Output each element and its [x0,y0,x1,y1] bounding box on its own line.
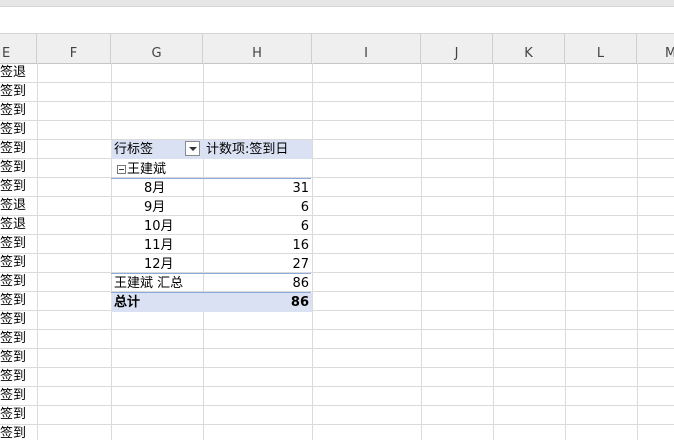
cell-e-value[interactable]: 签到 [0,291,26,310]
cell-e-value[interactable]: 签到 [0,82,26,101]
ribbon-edge [0,0,674,7]
pivot-month-value: 31 [292,181,309,196]
cell-e-value[interactable]: 签退 [0,63,26,82]
cell-e-value[interactable]: 签到 [0,405,26,424]
pivot-month-label: 12月 [144,257,174,272]
pivot-grand-total-label: 总计 [111,293,203,312]
column-header-bar: E F G H I J K L M [0,34,674,64]
cell-e-value[interactable]: 签到 [0,367,26,386]
pivot-group-name: 王建斌 [127,162,167,177]
column-header-h[interactable]: H [203,34,312,63]
pivot-month-value: 6 [300,200,309,215]
cell-e-value[interactable]: 签到 [0,310,26,329]
cell-e-value[interactable]: 签到 [0,424,26,440]
collapse-icon[interactable] [117,165,126,174]
pivot-month-value: 6 [300,219,309,234]
pivot-subtotal-value: 86 [292,276,309,291]
cell-e-value[interactable]: 签退 [0,215,26,234]
cell-e-value[interactable]: 签到 [0,272,26,291]
cell-e-value[interactable]: 签到 [0,348,26,367]
column-header-g[interactable]: G [111,34,203,63]
column-header-f[interactable]: F [37,34,111,63]
pivot-month-value: 27 [292,257,309,272]
formula-bar[interactable] [0,7,674,34]
cell-e-value[interactable]: 签到 [0,329,26,348]
pivot-month-value: 16 [292,238,309,253]
column-header-i[interactable]: I [312,34,421,63]
cell-e-value[interactable]: 签退 [0,196,26,215]
column-header-m[interactable]: M [637,34,674,63]
pivot-month-label: 9月 [144,200,166,215]
pivot-month-label: 10月 [144,219,174,234]
cell-e-value[interactable]: 签到 [0,158,26,177]
cell-e-value[interactable]: 签到 [0,386,26,405]
column-header-l[interactable]: L [565,34,637,63]
pivot-grand-total-value: 86 [203,293,312,312]
filter-dropdown-icon[interactable] [185,141,200,156]
pivot-value-header: 计数项:签到日 [203,140,312,159]
pivot-month-label: 11月 [144,238,174,253]
cell-grid[interactable]: 签退 签到 签到 签到 签到 签到 签到 签退 签退 签到 签到 签到 签到 签到 签到 签到 签到 签到 签到 签到 [0,63,674,440]
cell-e-value[interactable]: 签到 [0,253,26,272]
cell-e-value[interactable]: 签到 [0,139,26,158]
pivot-subtotal-label: 王建斌 汇总 [114,276,184,291]
column-header-k[interactable]: K [493,34,565,63]
column-header-j[interactable]: J [421,34,493,63]
pivot-month-label: 8月 [144,181,166,196]
cell-e-value[interactable]: 签到 [0,234,26,253]
cell-e-value[interactable]: 签到 [0,120,26,139]
cell-e-value[interactable]: 签到 [0,177,26,196]
column-header-e[interactable]: E [0,34,37,63]
cell-e-value[interactable]: 签到 [0,101,26,120]
